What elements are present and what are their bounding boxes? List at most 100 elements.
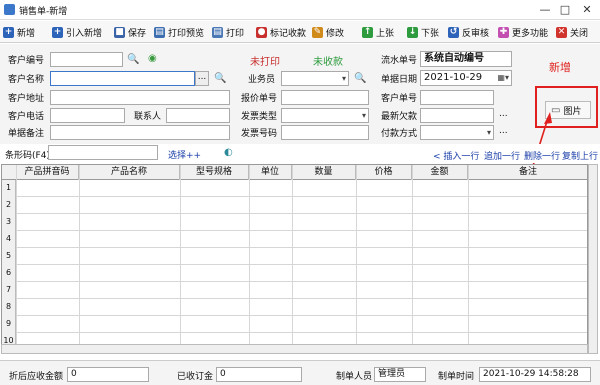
down-icon: ↓ [407,26,418,38]
contact-input[interactable] [166,108,230,123]
print-preview-icon: ▤ [154,26,165,38]
customer-name-browse-button[interactable]: ... [195,71,209,86]
latest-debt-more[interactable]: ... [499,109,508,119]
grid-column-header[interactable]: 型号规格 [180,165,249,180]
toolbar-mark-payment-button[interactable]: ● 标记收款 [256,24,306,40]
customer-phone-input[interactable] [50,108,125,123]
table-row[interactable]: 8 [2,299,587,316]
window-close-button[interactable]: ✕ [578,2,596,18]
append-row-link[interactable]: 追加一行 [484,149,520,162]
doc-date-input[interactable]: 2021-10-29 ▦▾ [420,70,512,86]
toolbar-next-button-label: 下张 [421,28,440,39]
new-feature-annotation: 新增 [549,61,571,74]
toolbar-print-button-label: 打印 [226,28,245,39]
row-number: 6 [2,265,16,282]
row-number: 1 [2,180,16,197]
toolbar-mark-payment-button-label: 标记收款 [270,28,307,39]
toolbar-close-button[interactable]: ✕ 关闭 [556,24,588,40]
row-number: 5 [2,248,16,265]
latest-debt-field [420,108,494,123]
row-number: 9 [2,316,16,333]
discount-receivable-value: 0 [67,367,149,382]
salesman-label: 业务员 [248,75,276,85]
table-row[interactable]: 1 [2,180,587,197]
toolbar-unaudit-button[interactable]: ↺ 反审核 [448,24,489,40]
picture-button[interactable]: ▭ 图片 [545,101,591,119]
toolbar-prev-button[interactable]: ↑ 上张 [362,24,394,40]
row-number: 3 [2,214,16,231]
toolbar-print-preview-button[interactable]: ▤ 打印预览 [154,24,204,40]
grid-horizontal-scrollbar[interactable] [1,344,588,354]
delete-row-link[interactable]: 删除一行 [524,149,560,162]
invoice-type-select[interactable]: ▾ [281,108,369,123]
maximize-button[interactable]: □ [556,2,574,18]
toolbar: + 新增 + 引入新增 ■ 保存 ▤ 打印预览 ▤ 打印 ● 标记收款 ✎ 修改 ↑ 上张 ↓ 下张 ↺ 反审核 ✚ 更多… [0,21,600,43]
footer-bar: 折后应收金额 0 已收订金 0 制单人员 管理员 制单时间 2021-10-29… [0,360,600,385]
customer-code-input[interactable] [50,52,123,67]
table-row[interactable]: 9 [2,316,587,333]
row-number: 4 [2,231,16,248]
table-row[interactable]: 6 [2,265,587,282]
insert-row-link[interactable]: < 插入一行 [433,149,479,162]
grid-vertical-scrollbar[interactable] [588,164,598,354]
table-row[interactable]: 5 [2,248,587,265]
table-row[interactable]: 7 [2,282,587,299]
row-number: 8 [2,299,16,316]
customer-doc-no-input[interactable] [420,90,494,105]
maker-value: 管理员 [374,367,426,382]
grid-column-header[interactable]: 备注 [468,165,587,180]
invoice-no-input[interactable] [281,125,369,140]
grid-column-header[interactable]: 产品拼音码 [16,165,79,180]
select-products-link[interactable]: 选择++ [168,148,201,161]
grid-column-header[interactable]: 金额 [412,165,468,180]
customer-address-label: 客户地址 [8,94,45,104]
product-grid[interactable]: 产品拼音码 产品名称 型号规格 单位 数量 价格 金额 备注 1 2 3 4 5 6 7 8 9 10 [1,164,588,354]
remark-label: 单据备注 [8,129,45,139]
toolbar-new-button[interactable]: + 新增 [3,24,35,40]
barcode-input[interactable] [48,145,158,160]
toolbar-save-button[interactable]: ■ 保存 [114,24,146,40]
toolbar-import-new-button[interactable]: + 引入新增 [52,24,102,40]
invoice-no-label: 发票号码 [241,129,278,139]
quote-no-input[interactable] [281,90,369,105]
copy-row-link[interactable]: 复制上行 [562,149,598,162]
doc-date-label: 单据日期 [381,75,418,85]
picture-icon: ▭ [551,104,561,116]
table-row[interactable]: 3 [2,214,587,231]
title-bar: 销售单-新增 — □ ✕ [0,0,600,20]
chevron-down-icon: ▾ [341,74,346,83]
search-icon[interactable]: 🔍 [354,73,366,85]
toolbar-print-button[interactable]: ▤ 打印 [212,24,244,40]
payment-method-label: 付款方式 [381,129,418,139]
deposit-label: 已收订金 [177,372,214,382]
toolbar-edit-button-label: 修改 [326,28,345,39]
minimize-button[interactable]: — [536,2,554,18]
toolbar-more-button[interactable]: ✚ 更多功能 [498,24,548,40]
doc-date-value: 2021-10-29 [424,72,483,83]
customer-lookup-icon[interactable]: ◉ [148,53,157,65]
table-row[interactable]: 4 [2,231,587,248]
remark-input[interactable] [50,125,230,140]
customer-name-input[interactable] [50,71,195,86]
window-title: 销售单-新增 [19,7,68,17]
table-row[interactable]: 2 [2,197,587,214]
salesman-select[interactable]: ▾ [281,71,349,86]
customer-doc-no-label: 客户单号 [381,94,418,104]
payment-method-more[interactable]: ... [499,126,508,136]
calendar-dropdown-icon[interactable]: ▦▾ [497,71,509,85]
payment-method-select[interactable]: ▾ [420,125,494,140]
grid-column-header[interactable]: 价格 [356,165,412,180]
search-icon[interactable]: 🔍 [127,54,139,66]
grid-column-header[interactable]: 数量 [292,165,356,180]
chevron-down-icon: ▾ [486,128,491,137]
grid-column-header[interactable]: 单位 [249,165,292,180]
search-icon[interactable]: 🔍 [214,73,226,85]
grid-column-header[interactable]: 产品名称 [79,165,180,180]
customer-address-input[interactable] [50,90,230,105]
toolbar-next-button[interactable]: ↓ 下张 [407,24,439,40]
quote-no-label: 报价单号 [241,94,278,104]
globe-icon[interactable]: ◐ [224,147,233,159]
toolbar-close-button-label: 关闭 [570,28,589,39]
toolbar-import-new-button-label: 引入新增 [66,28,103,39]
toolbar-edit-button[interactable]: ✎ 修改 [312,24,344,40]
